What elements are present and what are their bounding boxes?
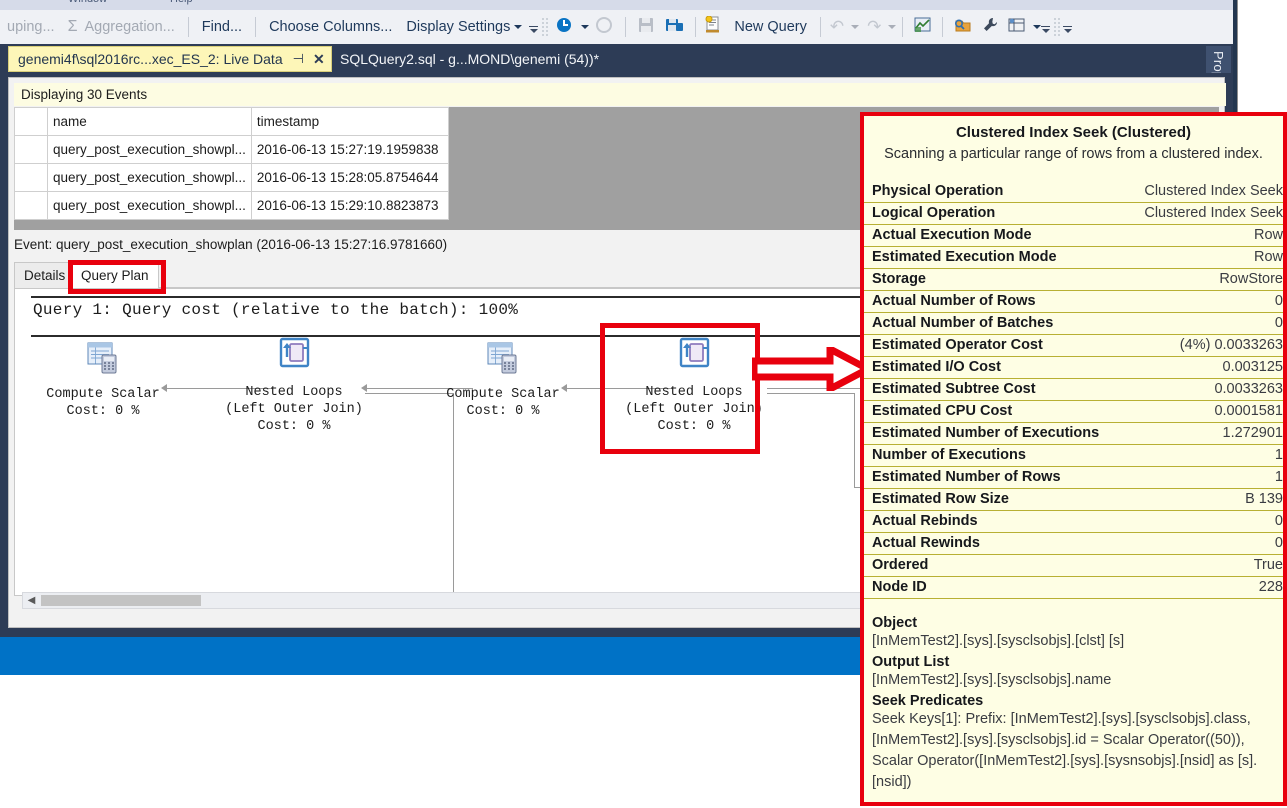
cell-name[interactable]: query_post_execution_showpl...	[48, 192, 252, 220]
toolbar-separator	[820, 17, 821, 37]
toolbar-separator	[625, 17, 626, 37]
cell-timestamp[interactable]: 2016-06-13 15:27:19.1959838	[251, 136, 448, 164]
menu-item-help[interactable]: Help	[170, 0, 193, 5]
annotation-box-nested-loops-node	[600, 323, 760, 454]
toolbar-separator	[188, 17, 189, 37]
globe-dropdown-icon[interactable]	[1033, 25, 1041, 29]
toolbar-separator	[695, 17, 696, 37]
refresh-icon[interactable]	[551, 16, 577, 39]
row-selector-header	[15, 108, 48, 136]
save-icon	[632, 16, 660, 39]
toolbar-grip-2[interactable]	[1053, 17, 1061, 37]
plan-connector	[854, 393, 855, 487]
scrollbar-thumb[interactable]	[41, 595, 201, 606]
column-header-timestamp[interactable]: timestamp	[251, 108, 448, 136]
event-detail-label: Event: query_post_execution_showplan (20…	[14, 237, 447, 252]
plan-node-cost: Cost: 0 %	[423, 403, 583, 420]
plan-node-compute-scalar-2[interactable]: Compute Scalar Cost: 0 %	[423, 341, 583, 420]
cell-name[interactable]: query_post_execution_showpl...	[48, 164, 252, 192]
chevron-down-icon	[514, 25, 522, 29]
menu-bar: Window Help	[0, 0, 1287, 10]
scroll-left-arrow-icon[interactable]: ◀	[25, 594, 38, 607]
plan-node-name: Compute Scalar	[23, 386, 183, 403]
tab-sqlquery2-label: SQLQuery2.sql - g...MOND\genemi (54))*	[340, 51, 599, 67]
close-icon[interactable]: ✕	[313, 51, 325, 68]
save-all-icon[interactable]	[660, 16, 689, 39]
column-header-name[interactable]: name	[48, 108, 252, 136]
toolbar-grouping-label[interactable]: uping...	[0, 10, 62, 44]
plan-node-name: Nested Loops	[201, 384, 387, 401]
plan-node-nested-loops-1[interactable]: Nested Loops (Left Outer Join) Cost: 0 %	[201, 335, 387, 435]
toolbar-overflow-icon-3[interactable]	[1063, 18, 1073, 36]
nested-loops-icon	[201, 335, 387, 379]
toolbar-grip[interactable]	[541, 17, 549, 37]
new-query-button[interactable]: New Query	[727, 10, 814, 44]
annotation-box-query-plan-tab	[68, 260, 166, 294]
wrench-icon[interactable]	[976, 16, 1004, 39]
toolbar-separator	[902, 17, 903, 37]
table-row[interactable]: query_post_execution_showpl... 2016-06-1…	[15, 136, 449, 164]
table-row[interactable]: query_post_execution_showpl... 2016-06-1…	[15, 192, 449, 220]
refresh-dropdown-icon[interactable]	[581, 25, 589, 29]
display-settings-label: Display Settings	[406, 19, 510, 35]
toolbar-separator	[942, 17, 943, 37]
displaying-events-bar: Displaying 30 Events	[14, 83, 1226, 106]
execution-plan-icon[interactable]	[909, 16, 936, 39]
plan-connector	[453, 393, 454, 593]
tab-details[interactable]: Details	[14, 262, 75, 288]
new-query-icon[interactable]	[702, 16, 727, 39]
table-row[interactable]: query_post_execution_showpl... 2016-06-1…	[15, 164, 449, 192]
plan-node-name: Compute Scalar	[423, 386, 583, 403]
cell-timestamp[interactable]: 2016-06-13 15:29:10.8823873	[251, 192, 448, 220]
plan-node-compute-scalar-1[interactable]: Compute Scalar Cost: 0 %	[23, 341, 183, 420]
plan-node-sub: (Left Outer Join)	[201, 401, 387, 418]
compute-scalar-icon	[23, 341, 183, 381]
table-header-row: name timestamp	[15, 108, 449, 136]
pin-icon[interactable]: ⊣	[293, 51, 304, 67]
toolbar-aggregation-button[interactable]: Aggregation...	[77, 10, 181, 44]
undo-icon: ↶	[827, 17, 847, 37]
tab-live-data-label: genemi4f\sql2016rc...xec_ES_2: Live Data	[18, 51, 283, 67]
toolbar-overflow-icon[interactable]	[529, 18, 539, 36]
menu-item-window[interactable]: Window	[68, 0, 107, 5]
toolbar-choose-columns-button[interactable]: Choose Columns...	[262, 10, 399, 44]
row-selector[interactable]	[15, 164, 48, 192]
redo-icon: ↷	[859, 17, 884, 37]
stop-icon	[589, 16, 619, 39]
row-selector[interactable]	[15, 192, 48, 220]
compute-scalar-icon	[423, 341, 583, 381]
sigma-icon: Σ	[62, 18, 78, 36]
cell-name[interactable]: query_post_execution_showpl...	[48, 136, 252, 164]
row-selector[interactable]	[15, 136, 48, 164]
plan-title: Query 1: Query cost (relative to the bat…	[33, 301, 518, 319]
toolbar-find-button[interactable]: Find...	[195, 10, 249, 44]
globe-grid-icon[interactable]	[1004, 16, 1029, 39]
events-table: name timestamp query_post_execution_show…	[14, 107, 449, 220]
plan-node-cost: Cost: 0 %	[23, 403, 183, 420]
tab-live-data[interactable]: genemi4f\sql2016rc...xec_ES_2: Live Data…	[8, 46, 332, 72]
plan-node-cost: Cost: 0 %	[201, 418, 387, 435]
cell-timestamp[interactable]: 2016-06-13 15:28:05.8754644	[251, 164, 448, 192]
annotation-box-tooltip	[860, 112, 1287, 806]
displaying-events-label: Displaying 30 Events	[21, 87, 147, 102]
toolbar-separator	[255, 17, 256, 37]
toolbar-overflow-icon-2[interactable]	[1041, 18, 1051, 36]
toolbar-display-settings-button[interactable]: Display Settings	[399, 10, 529, 44]
redo-dropdown-icon	[888, 25, 896, 29]
open-folder-icon[interactable]	[949, 16, 976, 39]
undo-dropdown-icon	[851, 25, 859, 29]
tab-strip: genemi4f\sql2016rc...xec_ES_2: Live Data…	[0, 44, 1233, 73]
tab-details-label: Details	[24, 268, 65, 283]
annotation-arrow	[752, 347, 870, 391]
toolbar: uping... Σ Aggregation... Find... Choose…	[0, 10, 1233, 44]
tab-sqlquery2[interactable]: SQLQuery2.sql - g...MOND\genemi (54))*	[330, 46, 609, 72]
